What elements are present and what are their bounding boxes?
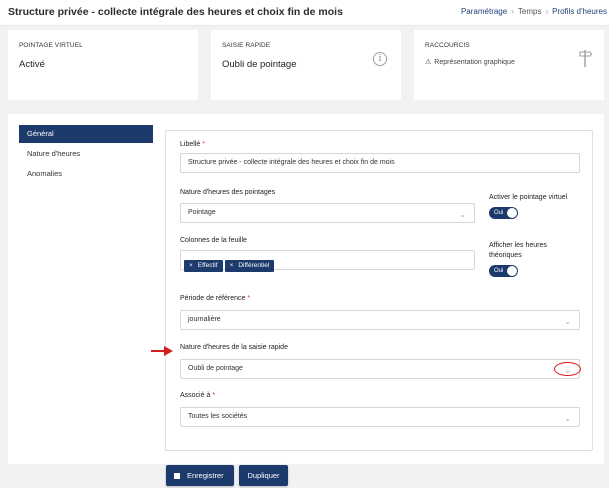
periode-label: Période de référence * [180,295,251,302]
nature-pointages-label: Nature d'heures des pointages [180,189,276,196]
associe-select[interactable]: Toutes les sociétés ⌄ [180,407,580,427]
libelle-label: Libellé * [180,141,205,148]
remove-tag-icon[interactable]: × [189,262,193,269]
card-pointage-virtuel: POINTAGE VIRTUEL Activé [8,30,198,100]
red-arrow-annotation [151,346,173,356]
nature-pointages-select[interactable]: Pointage ⌄ [180,203,475,223]
info-icon[interactable]: i [373,52,387,66]
nav-item-anomalies[interactable]: Anomalies [19,165,153,183]
remove-tag-icon[interactable]: × [230,262,234,269]
select-value: Toutes les sociétés [188,413,248,420]
toggle-knob [507,208,517,218]
colonnes-tags-input[interactable]: × Effectif × Différentiel [180,250,475,272]
heures-theoriques-toggle-label: Afficher les heures théoriques [489,242,547,259]
breadcrumb-separator: › [545,7,549,16]
pointage-virtuel-toggle-label: Activer le pointage virtuel [489,194,568,201]
nature-saisie-rapide-label: Nature d'heures de la saisie rapide [180,344,288,351]
warning-icon: ⚠ [425,59,432,66]
tag-effectif: × Effectif [184,260,223,272]
top-bar: Structure privée - collecte intégrale de… [0,0,609,26]
signpost-icon [579,50,592,67]
duplicate-button[interactable]: Dupliquer [239,465,288,486]
page-title: Structure privée - collecte intégrale de… [8,6,343,18]
shortcut-label: Représentation graphique [434,59,515,66]
breadcrumb-profils-heures[interactable]: Profils d'heures [552,7,607,16]
shortcut-representation-graphique[interactable]: ⚠ Représentation graphique [425,58,515,66]
card-saisie-rapide: SAISIE RAPIDE Oubli de pointage i [211,30,401,100]
form-panel: Libellé * Structure privée - collecte in… [165,130,593,451]
select-value: Pointage [188,209,216,216]
red-circle-annotation [554,362,581,376]
select-value: journalière [188,316,221,323]
select-value: Oubli de pointage [188,365,243,372]
card-label: SAISIE RAPIDE [222,42,271,49]
toggle-state: Oui [494,268,504,274]
tag-differentiel: × Différentiel [224,260,275,272]
card-value: Activé [19,59,45,70]
libelle-input[interactable]: Structure privée - collecte intégrale de… [180,153,580,173]
heures-theoriques-toggle[interactable]: Oui [489,265,518,277]
save-button[interactable]: Enregistrer [166,465,234,486]
breadcrumb-parametrage[interactable]: Paramétrage [461,7,507,16]
card-raccourcis: RACCOURCIS ⚠ Représentation graphique [414,30,604,100]
nav-item-nature-heures[interactable]: Nature d'heures [19,145,153,163]
toggle-state: Oui [494,210,504,216]
save-icon [174,473,180,479]
chevron-down-icon: ⌄ [459,210,466,219]
card-value: Oubli de pointage [222,59,297,70]
breadcrumb-temps[interactable]: Temps [518,7,542,16]
toggle-knob [507,266,517,276]
card-label: RACCOURCIS [425,42,470,49]
side-nav: Général Nature d'heures Anomalies [19,125,153,185]
colonnes-label: Colonnes de la feuille [180,237,247,244]
periode-select[interactable]: journalière ⌄ [180,310,580,330]
nav-item-general[interactable]: Général [19,125,153,143]
card-label: POINTAGE VIRTUEL [19,42,83,49]
breadcrumb: Paramétrage › Temps › Profils d'heures [461,7,607,16]
chevron-down-icon: ⌄ [564,317,571,326]
chevron-down-icon: ⌄ [564,414,571,423]
pointage-virtuel-toggle[interactable]: Oui [489,207,518,219]
associe-label: Associé à * [180,392,216,399]
breadcrumb-separator: › [511,7,514,16]
nature-saisie-rapide-select[interactable]: Oubli de pointage ⌄ [180,359,580,379]
